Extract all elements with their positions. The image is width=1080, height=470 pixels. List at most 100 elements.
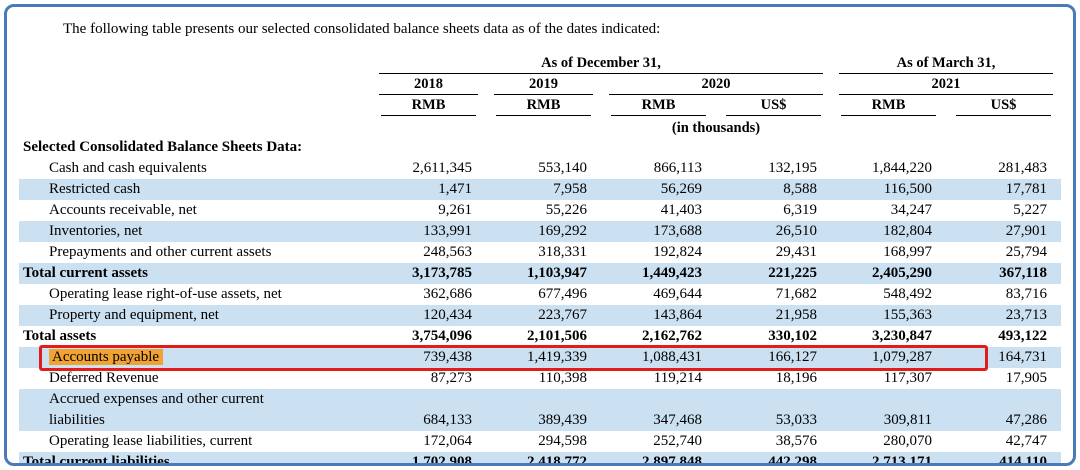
cell-value: 2,405,290 — [831, 263, 946, 284]
cell-value: 71,682 — [716, 284, 831, 305]
cell-value: 548,492 — [831, 284, 946, 305]
row-label-text: Restricted cash — [49, 181, 140, 197]
cell-value: 1,449,423 — [601, 263, 716, 284]
cell-value: 281,483 — [946, 158, 1061, 179]
cell-value: 23,713 — [946, 305, 1061, 326]
cell-value: 347,468 — [601, 410, 716, 431]
unit-label: RMB — [841, 96, 936, 116]
cell-value: 2,418,772 — [486, 452, 601, 466]
cell-value: 110,398 — [486, 368, 601, 389]
header-as-of-march-label: As of March 31, — [839, 54, 1053, 74]
year-2021-label: 2021 — [839, 75, 1053, 95]
row-label: Prepayments and other current assets — [19, 242, 371, 263]
header-year-2018: 2018 — [371, 75, 486, 95]
cell-value: 8,588 — [716, 179, 831, 200]
row-label-text: Operating lease right-of-use assets, net — [49, 286, 282, 302]
cell-value: 3,754,096 — [371, 326, 486, 347]
highlighted-row-label: Accounts payable — [49, 349, 163, 365]
row-label: Total current liabilities — [19, 452, 371, 466]
header-year-2021: 2021 — [831, 75, 1061, 95]
cell-value: 1,702,908 — [371, 452, 486, 466]
cell-value: 55,226 — [486, 200, 601, 221]
row-label-text: Accrued expenses and other current liabi… — [49, 389, 299, 431]
cell-value: 677,496 — [486, 284, 601, 305]
row-label-text: Property and equipment, net — [49, 307, 219, 323]
unit-2020-usd: US$ — [716, 96, 831, 116]
cell-value: 119,214 — [601, 368, 716, 389]
row-label: Accrued expenses and other current liabi… — [19, 389, 371, 431]
table-row: Operating lease liabilities, current 172,… — [19, 431, 1061, 452]
cell-value: 1,471 — [371, 179, 486, 200]
table-row: Total assets3,754,0962,101,5062,162,7623… — [19, 326, 1061, 347]
table-row: Total current assets3,173,7851,103,9471,… — [19, 263, 1061, 284]
unit-label: RMB — [611, 96, 706, 116]
row-label-text: Prepayments and other current assets — [49, 244, 271, 260]
cell-value: 164,731 — [946, 347, 1061, 368]
cell-value: 41,403 — [601, 200, 716, 221]
row-label-text: Operating lease liabilities, current — [49, 433, 252, 449]
unit-2019-rmb: RMB — [486, 96, 601, 116]
header-as-of-december-label: As of December 31, — [379, 54, 823, 74]
table-row: Accounts receivable, net9,26155,22641,40… — [19, 200, 1061, 221]
cell-value: 389,439 — [486, 410, 601, 431]
cell-value: 367,118 — [946, 263, 1061, 284]
cell-value: 172,064 — [371, 431, 486, 452]
cell-value: 56,269 — [601, 179, 716, 200]
cell-value: 362,686 — [371, 284, 486, 305]
unit-label: RMB — [381, 96, 476, 116]
cell-value: 17,905 — [946, 368, 1061, 389]
cell-value: 155,363 — [831, 305, 946, 326]
cell-value: 133,991 — [371, 221, 486, 242]
cell-value: 34,247 — [831, 200, 946, 221]
cell-value: 2,162,762 — [601, 326, 716, 347]
cell-value: 7,958 — [486, 179, 601, 200]
cell-value: 1,088,431 — [601, 347, 716, 368]
cell-value: 132,195 — [716, 158, 831, 179]
cell-value: 120,434 — [371, 305, 486, 326]
cell-value: 169,292 — [486, 221, 601, 242]
row-label: Inventories, net — [19, 221, 371, 242]
cell-value: 252,740 — [601, 431, 716, 452]
cell-value: 42,747 — [946, 431, 1061, 452]
row-label: Restricted cash — [19, 179, 371, 200]
cell-value: 469,644 — [601, 284, 716, 305]
cell-value: 553,140 — [486, 158, 601, 179]
cell-value: 1,103,947 — [486, 263, 601, 284]
cell-value: 739,438 — [371, 347, 486, 368]
table-row: Property and equipment, net120,434223,76… — [19, 305, 1061, 326]
cell-value: 53,033 — [716, 410, 831, 431]
row-label: Deferred Revenue — [19, 368, 371, 389]
table-row: Selected Consolidated Balance Sheets Dat… — [19, 137, 1061, 158]
row-label-text: Total current assets — [23, 265, 148, 281]
unit-label: US$ — [726, 96, 821, 116]
cell-value: 29,431 — [716, 242, 831, 263]
table-row: Cash and cash equivalents2,611,345553,14… — [19, 158, 1061, 179]
cell-value: 2,101,506 — [486, 326, 601, 347]
row-label: Operating lease liabilities, current — [19, 431, 371, 452]
cell-value: 2,897,848 — [601, 452, 716, 466]
header-as-of-march: As of March 31, — [831, 54, 1061, 74]
cell-value: 27,901 — [946, 221, 1061, 242]
cell-value: 117,307 — [831, 368, 946, 389]
year-2019-label: 2019 — [494, 75, 593, 95]
cell-value: 318,331 — [486, 242, 601, 263]
cell-value: 143,864 — [601, 305, 716, 326]
cell-value: 173,688 — [601, 221, 716, 242]
row-label: Total assets — [19, 326, 371, 347]
row-label: Selected Consolidated Balance Sheets Dat… — [19, 137, 371, 158]
header-year-2019: 2019 — [486, 75, 601, 95]
header-as-of-december: As of December 31, — [371, 54, 831, 74]
row-label: Operating lease right-of-use assets, net — [19, 284, 371, 305]
header-year-2020: 2020 — [601, 75, 831, 95]
header-group-row: As of December 31, As of March 31, — [19, 53, 1061, 74]
table-row: Deferred Revenue87,273110,398119,21418,1… — [19, 368, 1061, 389]
unit-2018-rmb: RMB — [371, 96, 486, 116]
table-row: Total current liabilities 1,702,9082,418,… — [19, 452, 1061, 466]
cell-value: 38,576 — [716, 431, 831, 452]
intro-text: The following table presents our selecte… — [63, 19, 1061, 39]
cell-value: 5,227 — [946, 200, 1061, 221]
row-label-text: Total current liabilities — [23, 454, 170, 466]
cell-value: 25,794 — [946, 242, 1061, 263]
cell-value: 116,500 — [831, 179, 946, 200]
cell-value: 83,716 — [946, 284, 1061, 305]
